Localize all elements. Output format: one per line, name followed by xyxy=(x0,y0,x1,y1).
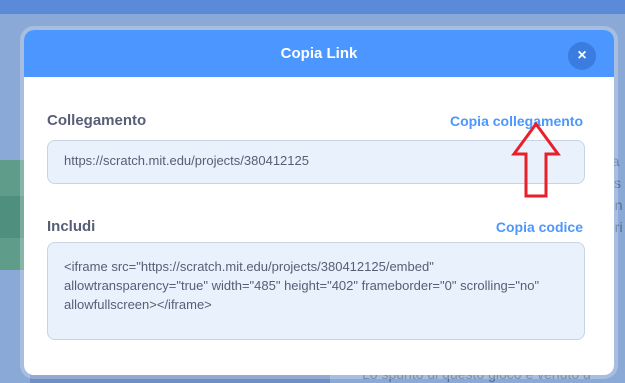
background-top-bar xyxy=(0,0,625,14)
embed-section-label: Includi xyxy=(47,218,96,235)
close-icon: × xyxy=(577,47,587,64)
share-link-modal: Copia Link × Collegamento Copia collegam… xyxy=(24,30,614,375)
close-button[interactable]: × xyxy=(568,42,596,70)
modal-title: Copia Link xyxy=(280,45,358,62)
link-section-label: Collegamento xyxy=(47,112,147,129)
link-field[interactable]: https://scratch.mit.edu/projects/3804121… xyxy=(47,140,585,184)
arrow-up-icon xyxy=(511,121,561,198)
embed-code-field[interactable]: <iframe src="https://scratch.mit.edu/pro… xyxy=(47,242,585,340)
modal-header: Copia Link × xyxy=(24,30,614,77)
copy-code-button[interactable]: Copia codice xyxy=(496,219,583,235)
background-left-strip-dark xyxy=(0,196,24,238)
